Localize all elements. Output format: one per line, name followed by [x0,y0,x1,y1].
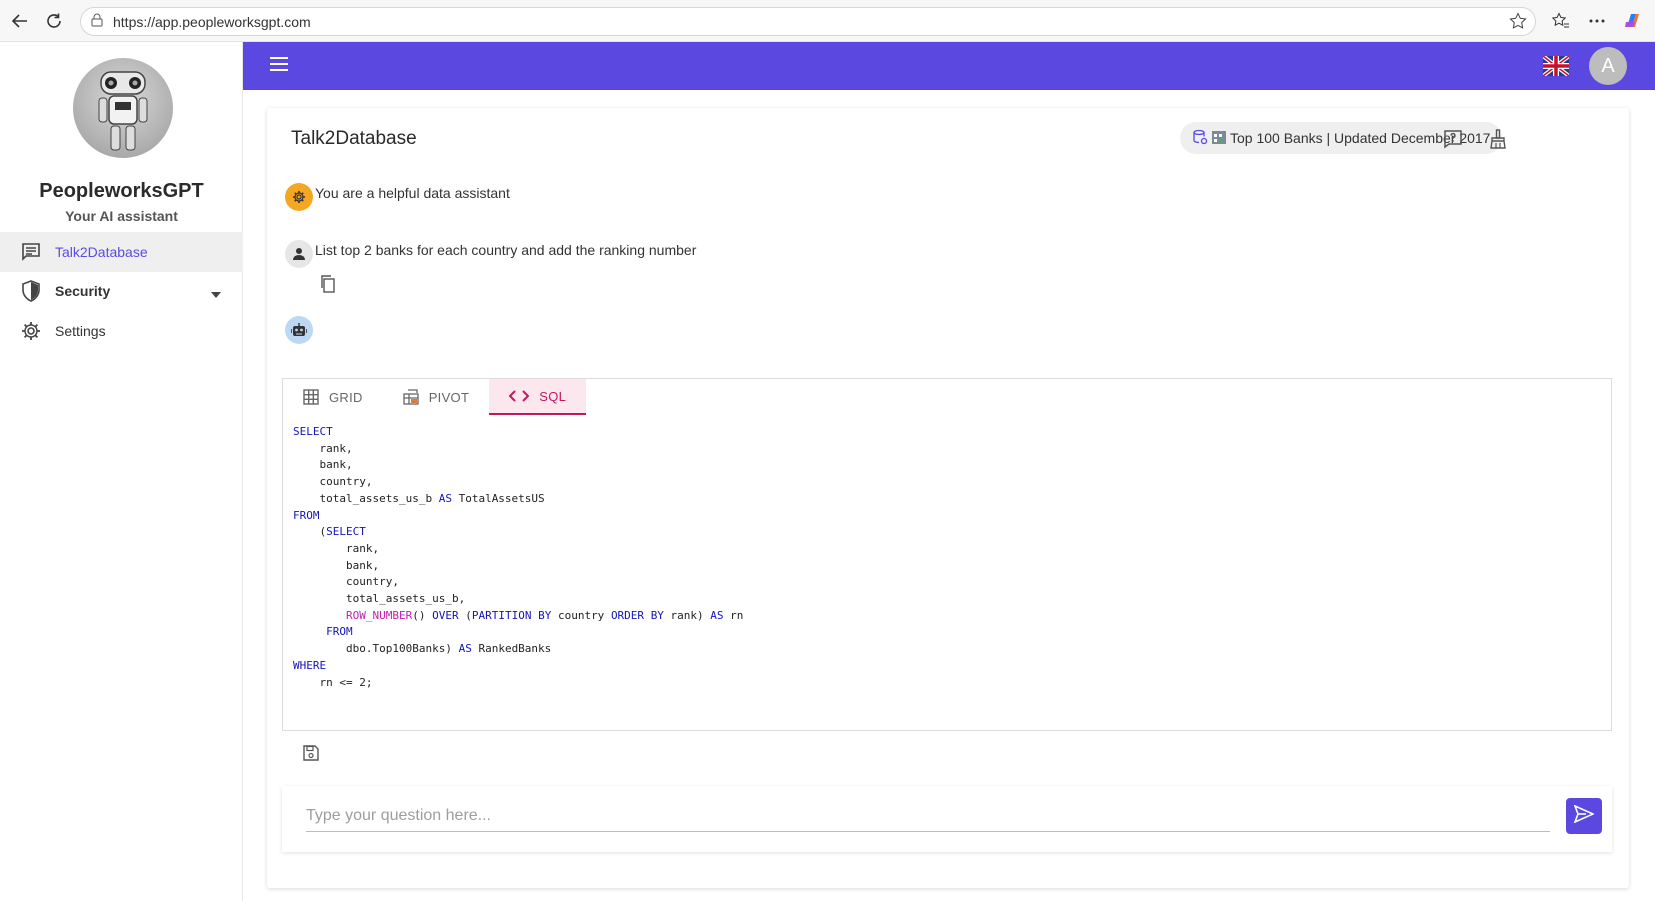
page-title: Talk2Database [291,128,417,149]
sql-line: bank, [293,458,353,472]
sql-line: SELECT [293,425,333,438]
sidebar-item-security[interactable]: Security [0,271,243,311]
address-bar[interactable]: https://app.peopleworksgpt.com [80,7,1536,36]
sidebar-item-talk2database[interactable]: Talk2Database [0,232,243,272]
sidebar-item-label: Settings [55,323,106,339]
code-icon [509,389,530,403]
bank-building-icon [1211,129,1227,148]
grid-icon [303,389,319,405]
chat-icon [20,241,42,263]
user-person-avatar [285,240,313,268]
save-icon[interactable] [303,745,319,766]
sidebar: PeopleworksGPT Your AI assistant Talk2Da… [0,42,243,901]
sql-line: total_assets_us_b, [293,592,466,606]
sql-line: dbo.Top100Banks) AS RankedBanks [293,642,552,656]
result-panel: GRID PIVOT SQL SELECT rank, bank, countr… [282,378,1612,731]
system-message [285,183,313,211]
send-button[interactable] [1566,798,1602,834]
gear-icon [20,320,42,342]
brand-name: PeopleworksGPT [39,180,204,202]
sql-line: country, [293,575,399,589]
feedback-icon[interactable] [1440,126,1466,152]
favorites-icon[interactable] [1546,6,1576,36]
sidebar-item-label: Talk2Database [55,244,148,260]
browser-toolbar: https://app.peopleworksgpt.com [0,0,1655,42]
question-input[interactable] [306,800,1550,832]
copy-icon[interactable] [320,275,336,298]
result-tabs: GRID PIVOT SQL [283,379,587,417]
copilot-icon[interactable] [1618,6,1648,36]
sql-line: total_assets_us_b AS TotalAssetsUS [293,491,545,505]
sidebar-item-label: Security [55,283,111,299]
url-text: https://app.peopleworksgpt.com [113,13,311,30]
system-gear-avatar [285,183,313,211]
reload-icon[interactable] [36,3,72,39]
clear-chat-broom-icon[interactable] [1485,126,1511,152]
shield-icon [20,280,42,302]
sql-line: country, [293,475,373,489]
assistant-robot-avatar [285,316,313,344]
back-icon[interactable] [2,3,38,39]
assistant-message [285,316,313,344]
tab-sql[interactable]: SQL [489,379,587,415]
user-message [285,240,313,268]
more-options-icon[interactable] [1582,6,1612,36]
chevron-down-icon[interactable] [211,285,221,301]
sql-line: rank, [293,541,380,555]
user-avatar[interactable]: A [1589,47,1627,85]
sql-line: (SELECT [293,525,366,539]
chat-card: Talk2Database Top 100 Banks | Updated De… [267,108,1629,888]
sql-line: WHERE [293,658,327,672]
sql-line: rank, [293,441,353,455]
sql-line: ROW_NUMBER() OVER (PARTITION BY country … [345,608,744,622]
tab-grid[interactable]: GRID [283,379,383,415]
menu-icon[interactable] [270,57,288,76]
flag-uk-icon[interactable] [1541,54,1571,78]
send-icon [1573,803,1595,828]
sql-line: FROM [293,508,320,522]
lock-icon [91,13,103,30]
question-input-bar [282,786,1612,852]
sql-line: FROM [326,625,353,639]
user-message-text: List top 2 banks for each country and ad… [315,242,697,258]
sql-line: rn <= 2; [293,675,373,689]
tab-pivot[interactable]: PIVOT [383,379,490,415]
database-icon [1192,129,1208,148]
system-message-text: You are a helpful data assistant [315,185,510,201]
sidebar-item-settings[interactable]: Settings [0,311,243,351]
sql-code-block: SELECT rank, bank, country, total_assets… [293,424,743,691]
pivot-icon [403,389,419,405]
brand-subtitle: Your AI assistant [65,208,178,224]
sql-line: bank, [293,558,380,572]
app-bar: A [243,42,1655,90]
robot-avatar [73,58,173,158]
favorite-star-icon[interactable] [1509,12,1527,33]
